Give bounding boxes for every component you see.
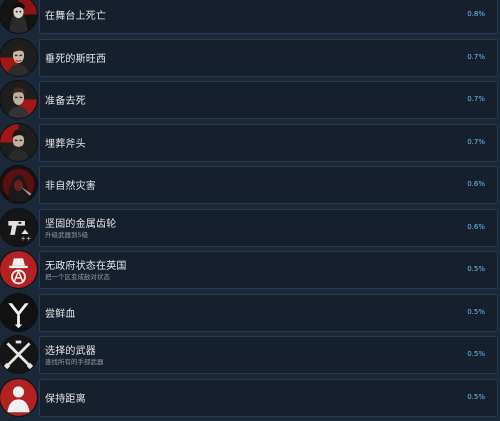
achievement-bar: 在舞台上死亡 0.8%	[39, 0, 498, 34]
achievement-row[interactable]: 非自然灾害 0.6%	[0, 166, 500, 204]
achievement-percent: 0.8%	[467, 10, 485, 18]
achievement-row[interactable]: 无政府状态在英国 把一个区变成敌对状态 0.5%	[0, 251, 500, 289]
achievement-row[interactable]: 保持距离 0.5%	[0, 378, 500, 417]
achievement-percent: 0.5%	[467, 307, 485, 316]
achievement-bar: 准备去死 0.7%	[39, 81, 498, 119]
svg-text:+: +	[20, 234, 25, 242]
achievement-bar: 非自然灾害 0.6%	[39, 166, 498, 204]
achievement-title: 埋葬斧头	[45, 138, 86, 150]
achievement-bar: 埋葬斧头 0.7%	[39, 123, 498, 162]
achievement-title: 准备去死	[45, 96, 86, 107]
achievement-title: 坚固的金属齿轮	[45, 218, 117, 230]
man-portrait-icon	[0, 38, 37, 76]
achievement-percent: 0.6%	[467, 222, 485, 231]
achievement-bar: 选择的武器 查找所有的手部武器 0.5%	[39, 336, 498, 374]
pistol-upgrade-icon: + +	[0, 208, 37, 246]
achievement-title: 垂死的斯旺西	[45, 53, 107, 65]
achievement-title: 尝鲜血	[45, 308, 76, 320]
achievement-row[interactable]: 尝鲜血 0.5%	[0, 293, 500, 332]
achievement-bar: 垂死的斯旺西 0.7%	[39, 38, 498, 77]
achievement-title: 在舞台上死亡	[45, 11, 107, 22]
achievement-percent: 0.5%	[467, 350, 485, 358]
achievement-row[interactable]: 准备去死 0.7%	[0, 81, 500, 119]
achievement-bar: 坚固的金属齿轮 升级武器到5级 0.6%	[39, 208, 498, 247]
achievement-title: 非自然灾害	[45, 181, 96, 192]
achievement-title: 无政府状态在英国	[45, 261, 127, 272]
achievement-row[interactable]: 垂死的斯旺西 0.7%	[0, 38, 500, 77]
man-portrait-icon	[0, 81, 37, 118]
achievement-percent: 0.5%	[467, 392, 485, 401]
achievement-row[interactable]: 埋葬斧头 0.7%	[0, 123, 500, 162]
achievement-percent: 0.6%	[467, 180, 485, 188]
anarchy-hat-icon	[0, 251, 37, 288]
achievement-row[interactable]: + + 坚固的金属齿轮 升级武器到5级 0.6%	[0, 208, 500, 247]
masked-figure-icon	[0, 0, 37, 33]
achievement-list: 在舞台上死亡 0.8% 垂死的斯旺西 0.7% 准备去死 0.7% 埋葬斧头 0…	[0, 0, 500, 421]
achievement-percent: 0.7%	[467, 95, 485, 103]
achievement-bar: 保持距离 0.5%	[39, 378, 498, 417]
achievement-percent: 0.7%	[467, 137, 485, 146]
hooded-figure-icon	[0, 166, 37, 203]
achievement-row[interactable]: 选择的武器 查找所有的手部武器 0.5%	[0, 336, 500, 374]
achievement-percent: 0.5%	[467, 265, 485, 273]
crossed-weapons-icon	[0, 336, 37, 373]
silhouette-icon	[0, 378, 37, 416]
fang-emblem-icon	[0, 293, 37, 331]
achievement-description: 把一个区变成敌对状态	[45, 273, 110, 281]
achievement-title: 保持距离	[45, 393, 86, 405]
achievement-bar: 尝鲜血 0.5%	[39, 293, 498, 332]
achievement-description: 查找所有的手部武器	[45, 358, 104, 366]
svg-text:+: +	[26, 234, 31, 242]
achievement-description: 升级武器到5级	[45, 230, 89, 239]
achievement-percent: 0.7%	[467, 52, 485, 61]
achievement-row[interactable]: 在舞台上死亡 0.8%	[0, 0, 500, 34]
achievement-title: 选择的武器	[45, 346, 96, 357]
man-portrait-icon	[0, 123, 37, 161]
achievement-bar: 无政府状态在英国 把一个区变成敌对状态 0.5%	[39, 251, 498, 289]
